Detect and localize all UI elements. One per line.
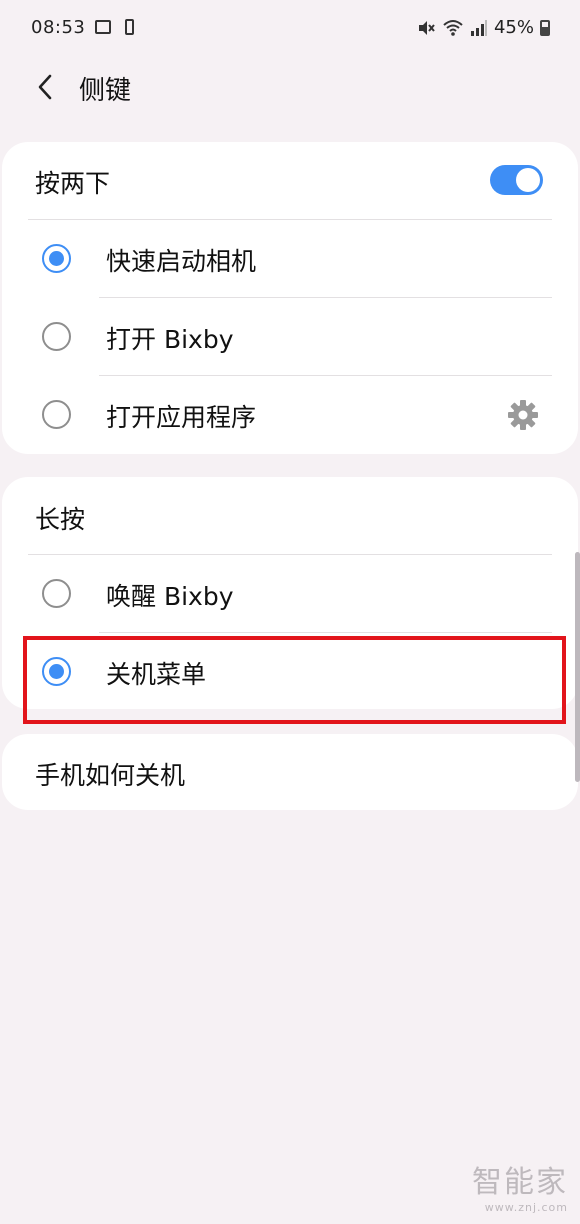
status-right: 45% bbox=[416, 17, 550, 38]
radio-unselected-icon[interactable] bbox=[42, 579, 71, 608]
radio-unselected-icon[interactable] bbox=[42, 400, 71, 429]
toggle-knob bbox=[516, 168, 540, 192]
option-label: 打开应用程序 bbox=[106, 403, 257, 432]
long-press-title: 长按 bbox=[35, 505, 86, 534]
option-quick-launch-camera[interactable]: 快速启动相机 bbox=[2, 220, 578, 297]
gear-icon[interactable] bbox=[506, 398, 540, 432]
mute-icon bbox=[418, 20, 435, 35]
radio-selected-icon[interactable] bbox=[42, 244, 71, 273]
option-label: 打开 Bixby bbox=[106, 325, 234, 354]
how-to-power-off-link[interactable]: 手机如何关机 bbox=[2, 734, 578, 810]
phone-icon bbox=[125, 19, 134, 35]
option-open-app[interactable]: 打开应用程序 bbox=[2, 376, 578, 453]
option-open-bixby[interactable]: 打开 Bixby bbox=[2, 298, 578, 375]
back-icon[interactable] bbox=[30, 70, 64, 104]
page-title: 侧键 bbox=[79, 76, 132, 106]
signal-icon bbox=[470, 19, 487, 36]
watermark-url: www.znj.com bbox=[484, 1201, 568, 1214]
radio-unselected-icon[interactable] bbox=[42, 322, 71, 351]
double-press-title: 按两下 bbox=[35, 169, 111, 198]
image-icon bbox=[95, 20, 111, 34]
option-wake-bixby[interactable]: 唤醒 Bixby bbox=[2, 555, 578, 632]
battery-percent: 45% bbox=[493, 17, 534, 38]
status-bar: 08:53 45% bbox=[0, 0, 580, 56]
option-label: 快速启动相机 bbox=[106, 247, 257, 276]
scrollbar[interactable] bbox=[575, 552, 580, 782]
wifi-icon bbox=[443, 19, 463, 36]
watermark-logo-text: 智能家 bbox=[472, 1165, 568, 1200]
header: 侧键 bbox=[0, 56, 580, 118]
link-label: 手机如何关机 bbox=[35, 761, 186, 790]
battery-icon bbox=[540, 19, 550, 36]
highlight-box bbox=[23, 636, 566, 724]
watermark-logo: 智能家 www.znj.com bbox=[472, 1157, 568, 1214]
status-time: 08:53 bbox=[31, 17, 86, 38]
option-label: 唤醒 Bixby bbox=[106, 582, 234, 611]
double-press-card: 按两下 快速启动相机 打开 Bixby 打开应用程序 bbox=[2, 142, 578, 454]
double-press-toggle[interactable] bbox=[490, 165, 543, 195]
